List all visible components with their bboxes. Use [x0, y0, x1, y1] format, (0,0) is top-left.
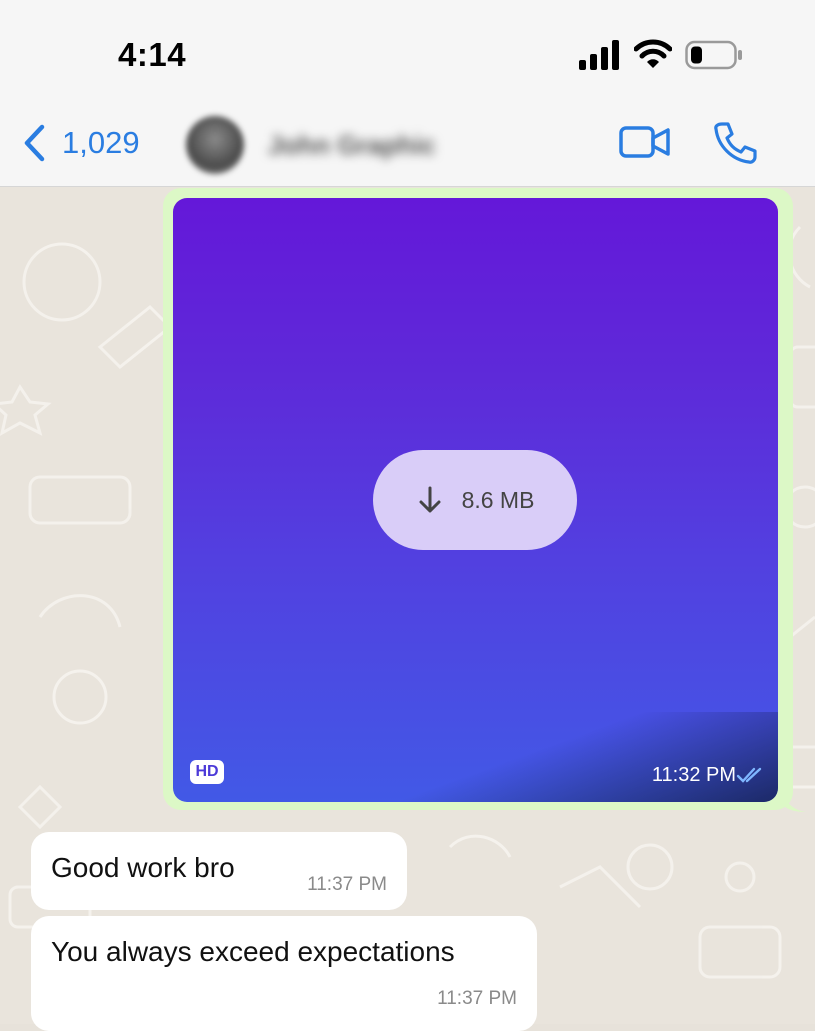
cellular-signal-icon [579, 40, 619, 70]
video-call-icon[interactable] [618, 122, 672, 162]
unread-count: 1,029 [62, 125, 140, 160]
hd-badge: HD [190, 760, 224, 784]
message-text: Good work bro [51, 852, 235, 883]
download-button[interactable]: 8.6 MB [373, 450, 577, 550]
status-bar: 4:14 [0, 0, 815, 100]
message-time: 11:32 PM [651, 764, 736, 786]
bubble-tail [784, 792, 806, 812]
chat-header: 1,029 John Graphic [0, 100, 815, 187]
image-shade [173, 712, 778, 802]
download-size: 8.6 MB [461, 486, 535, 513]
battery-icon [685, 40, 742, 70]
read-ticks-icon [736, 767, 762, 783]
download-arrow-icon [419, 486, 441, 513]
avatar[interactable] [186, 116, 244, 174]
status-time: 4:14 [118, 36, 187, 73]
message-time: 11:37 PM [307, 874, 387, 895]
phone-call-icon[interactable] [712, 120, 758, 166]
wifi-icon [634, 39, 672, 68]
incoming-message[interactable]: You always exceed expectations 11:37 PM [31, 916, 537, 1031]
message-text: You always exceed expectations [51, 936, 455, 967]
image-preview[interactable]: 8.6 MB HD 11:32 PM [173, 198, 778, 802]
message-time: 11:37 PM [437, 988, 517, 1009]
chevron-left-icon [24, 124, 45, 162]
incoming-message[interactable]: Good work bro 11:37 PM [31, 832, 407, 910]
contact-name[interactable]: John Graphic [268, 130, 436, 161]
back-button[interactable]: 1,029 [22, 122, 140, 164]
